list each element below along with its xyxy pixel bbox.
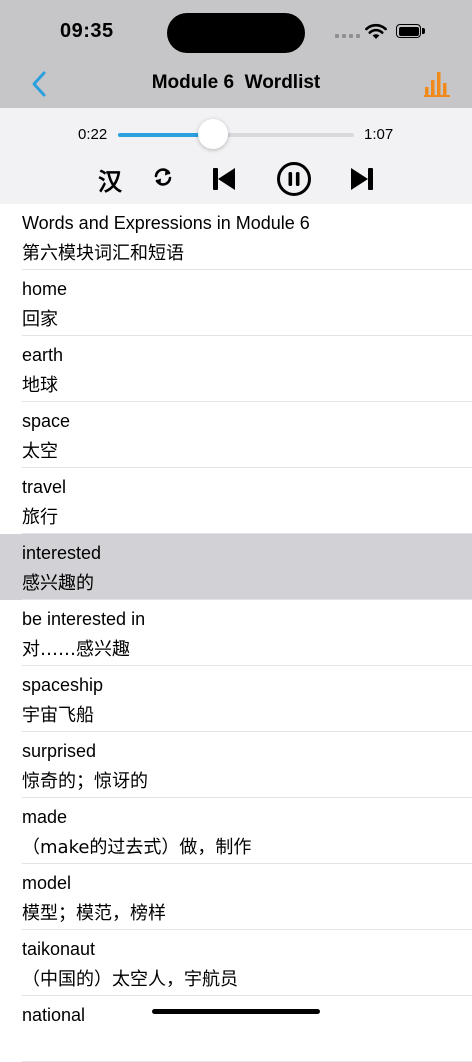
word-english: spaceship xyxy=(22,675,104,695)
bar-chart-icon[interactable] xyxy=(422,68,452,98)
dynamic-island xyxy=(167,13,305,53)
word-chinese: 模型；模范，榜样 xyxy=(22,903,166,924)
word-english: be interested in xyxy=(22,609,146,629)
total-time: 1:07 xyxy=(364,126,394,143)
word-english: surprised xyxy=(22,741,97,761)
word-english: taikonaut xyxy=(22,939,96,959)
language-toggle-button[interactable]: 汉 xyxy=(98,162,122,197)
list-item[interactable]: model 模型；模范，榜样 xyxy=(0,864,472,930)
home-indicator xyxy=(152,1009,320,1014)
word-list: Words and Expressions in Module 6 第六模块词汇和… xyxy=(0,204,472,1062)
previous-icon[interactable] xyxy=(210,165,238,193)
battery-icon xyxy=(396,24,426,40)
word-english: home xyxy=(22,279,68,299)
list-item[interactable]: spaceship 宇宙飞船 xyxy=(0,666,472,732)
wifi-icon xyxy=(365,23,387,39)
word-chinese: 对……感兴趣 xyxy=(22,639,130,660)
word-chinese: 地球 xyxy=(22,375,58,396)
progress-slider[interactable] xyxy=(118,133,354,137)
list-item[interactable]: Words and Expressions in Module 6 第六模块词汇和… xyxy=(0,204,472,270)
list-item[interactable]: surprised 惊奇的；惊讶的 xyxy=(0,732,472,798)
list-item[interactable]: made （make的过去式）做，制作 xyxy=(0,798,472,864)
word-english: model xyxy=(22,873,72,893)
list-item[interactable]: home 回家 xyxy=(0,270,472,336)
word-chinese: 惊奇的；惊讶的 xyxy=(22,771,148,792)
current-time: 0:22 xyxy=(78,126,108,143)
word-chinese: （make的过去式）做，制作 xyxy=(22,837,252,858)
status-time: 09:35 xyxy=(60,20,114,42)
page-title: Module 6 Wordlist xyxy=(151,72,321,93)
word-english: national xyxy=(22,1005,86,1025)
progress-thumb[interactable] xyxy=(197,119,228,149)
word-chinese: （中国的）太空人，宇航员 xyxy=(22,969,238,990)
pause-icon[interactable] xyxy=(276,161,312,197)
word-english: interested xyxy=(22,543,102,563)
word-english: earth xyxy=(22,345,64,365)
word-english: travel xyxy=(22,477,67,497)
list-item[interactable]: travel 旅行 xyxy=(0,468,472,534)
word-chinese: 感兴趣的 xyxy=(22,573,94,594)
top-bar: 09:35 Module 6 Wordlist xyxy=(0,0,472,108)
list-item[interactable]: be interested in 对……感兴趣 xyxy=(0,600,472,666)
repeat-icon[interactable] xyxy=(152,166,174,188)
audio-player: 0:22 1:07 汉 xyxy=(0,108,472,204)
word-chinese: 太空 xyxy=(22,441,58,462)
word-english: space xyxy=(22,411,71,431)
word-chinese: 宇宙飞船 xyxy=(22,705,94,726)
word-english: Words and Expressions in Module 6 xyxy=(22,213,310,233)
next-icon[interactable] xyxy=(348,165,376,193)
word-chinese: 第六模块词汇和短语 xyxy=(22,243,184,264)
list-item[interactable]: space 太空 xyxy=(0,402,472,468)
cellular-signal-icon xyxy=(335,34,360,38)
list-item[interactable]: taikonaut （中国的）太空人，宇航员 xyxy=(0,930,472,996)
list-item[interactable]: interested 感兴趣的 xyxy=(0,534,472,600)
progress-fill xyxy=(118,133,201,137)
list-item[interactable]: national xyxy=(0,996,472,1062)
word-chinese: 旅行 xyxy=(22,507,58,528)
word-chinese: 回家 xyxy=(22,309,58,330)
list-item[interactable]: earth 地球 xyxy=(0,336,472,402)
word-english: made xyxy=(22,807,68,827)
